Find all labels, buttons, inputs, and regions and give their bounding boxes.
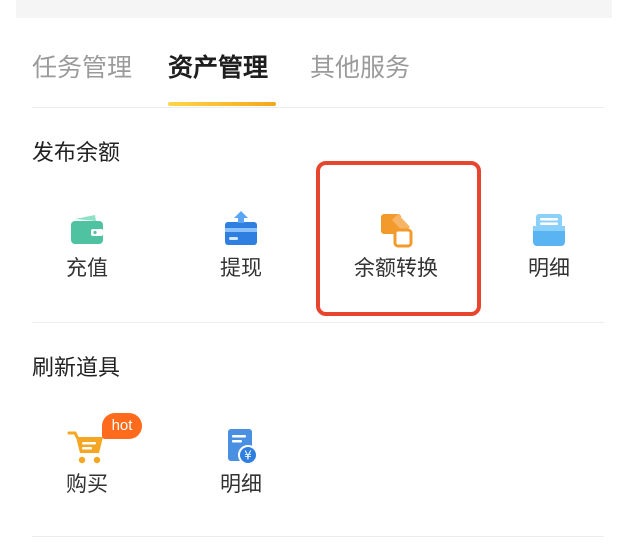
active-tab-indicator	[168, 102, 276, 106]
recharge-label: 充值	[66, 256, 108, 280]
tab-asset-management[interactable]: 资产管理	[168, 48, 268, 88]
receipt-icon: ¥	[221, 426, 261, 466]
balance-details-label: 明细	[528, 256, 570, 280]
section-title-refresh-props: 刷新道具	[32, 356, 121, 381]
wallet-icon	[67, 210, 107, 250]
tab-other-services[interactable]: 其他服务	[310, 48, 410, 88]
hot-badge: hot	[102, 413, 142, 439]
divider	[32, 536, 604, 537]
purchase-label: 购买	[66, 472, 108, 496]
divider	[32, 322, 604, 323]
balance-details-button[interactable]: 明细	[494, 194, 604, 304]
shopping-cart-icon	[67, 426, 107, 466]
props-details-label: 明细	[220, 472, 262, 496]
tab-task-management[interactable]: 任务管理	[32, 48, 132, 88]
top-strip	[16, 0, 612, 18]
withdraw-button[interactable]: 提现	[186, 194, 296, 304]
tab-bar: 任务管理 资产管理 其他服务	[32, 48, 604, 108]
section-title-publish-balance: 发布余额	[32, 141, 121, 166]
svg-text:¥: ¥	[244, 449, 252, 463]
recharge-button[interactable]: 充值	[32, 194, 142, 304]
props-details-button[interactable]: ¥ 明细	[186, 410, 296, 520]
withdraw-label: 提现	[220, 256, 262, 280]
details-icon	[529, 210, 569, 250]
highlight-box	[316, 161, 481, 316]
divider	[32, 107, 604, 108]
withdraw-icon	[221, 210, 261, 250]
